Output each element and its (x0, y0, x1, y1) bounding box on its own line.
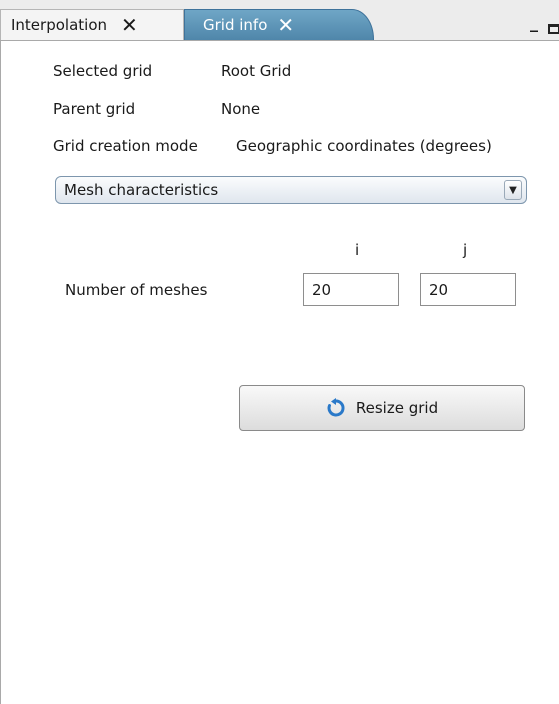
resize-grid-button[interactable]: Resize grid (239, 385, 525, 431)
meshes-i-input[interactable]: 20 (303, 273, 399, 306)
tab-label: Grid info (203, 16, 268, 34)
minimize-icon[interactable]: _ (530, 13, 538, 32)
grid-creation-mode-value: Geographic coordinates (degrees) (236, 137, 492, 155)
dropdown-selected-value: Mesh characteristics (64, 181, 219, 199)
tab-bar: Interpolation ✕ Grid info ✕ _ (0, 0, 559, 41)
resize-grid-label: Resize grid (355, 399, 439, 417)
chevron-down-icon[interactable]: ▼ (504, 180, 522, 200)
tab-interpolation[interactable]: Interpolation ✕ (0, 9, 184, 40)
maximize-icon[interactable] (548, 24, 559, 34)
tab-grid-info[interactable]: Grid info ✕ (184, 9, 374, 40)
parent-grid-value: None (221, 100, 261, 118)
close-icon[interactable]: ✕ (121, 15, 138, 35)
mesh-characteristics-dropdown[interactable]: Mesh characteristics ▼ (55, 176, 527, 204)
refresh-icon (327, 398, 345, 417)
selected-grid-value: Root Grid (221, 62, 292, 80)
selected-grid-label: Selected grid (53, 62, 153, 80)
grid-info-panel: Selected grid Root Grid Parent grid None… (0, 41, 559, 704)
meshes-j-input[interactable]: 20 (420, 273, 516, 306)
parent-grid-label: Parent grid (53, 100, 136, 118)
number-of-meshes-label: Number of meshes (65, 281, 208, 299)
tab-label: Interpolation (11, 16, 107, 34)
column-j-header: j (463, 241, 468, 259)
close-icon[interactable]: ✕ (277, 15, 294, 35)
grid-creation-mode-label: Grid creation mode (53, 137, 198, 155)
column-i-header: i (355, 241, 360, 259)
